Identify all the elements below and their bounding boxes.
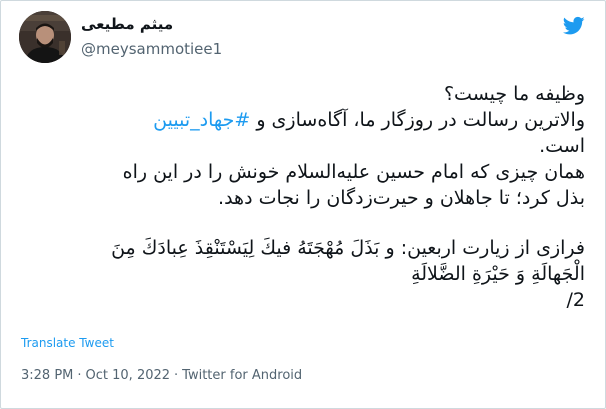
tweet-line: والاترین رسالت در روزگار ما، آگاه‌سازی و…: [21, 107, 585, 133]
tweet-meta: 3:28 PM · Oct 10, 2022 · Twitter for Android: [21, 367, 302, 385]
user-info: میثم مطیعی @meysammotiee1: [81, 14, 222, 59]
translate-tweet-link[interactable]: Translate Tweet: [21, 335, 114, 351]
tweet-line: همان چیزی که امام حسین علیه‌السلام خونش …: [122, 161, 585, 183]
twitter-bird-icon[interactable]: [562, 16, 585, 36]
tweet-line: بذل کرد؛ تا جاهلان و حیرت‌زدگان را نجات …: [218, 187, 585, 209]
hashtag-link[interactable]: #جهاد_تبیین: [153, 109, 250, 131]
tweet-line: الْجَهالَةِ وَ حَيْرَةِ الضَّلالَةِ: [411, 263, 585, 285]
tweet-line-text: والاترین رسالت در روزگار ما، آگاه‌سازی و: [256, 109, 585, 131]
tweet-line: فرازی از زیارت اربعین: و بَذَلَ مُهْجَتَ…: [111, 237, 585, 259]
tweet-time[interactable]: 3:28 PM: [21, 368, 73, 383]
avatar[interactable]: [19, 11, 71, 63]
tweet-date[interactable]: Oct 10, 2022: [86, 368, 171, 383]
tweet-source[interactable]: Twitter for Android: [182, 368, 302, 383]
tweet-header: میثم مطیعی @meysammotiee1: [19, 11, 587, 69]
tweet-line: است.: [539, 135, 585, 157]
tweet-card: میثم مطیعی @meysammotiee1 وظیفه ما چیست؟…: [0, 0, 606, 409]
tweet-line: وظیفه ما چیست؟: [443, 83, 585, 105]
meta-separator: ·: [174, 368, 179, 383]
tweet-text: وظیفه ما چیست؟ والاترین رسالت در روزگار …: [21, 81, 585, 313]
user-handle[interactable]: @meysammotiee1: [81, 39, 222, 59]
tweet-line: 2/: [566, 289, 586, 311]
meta-separator: ·: [77, 368, 82, 383]
display-name[interactable]: میثم مطیعی: [81, 14, 222, 34]
